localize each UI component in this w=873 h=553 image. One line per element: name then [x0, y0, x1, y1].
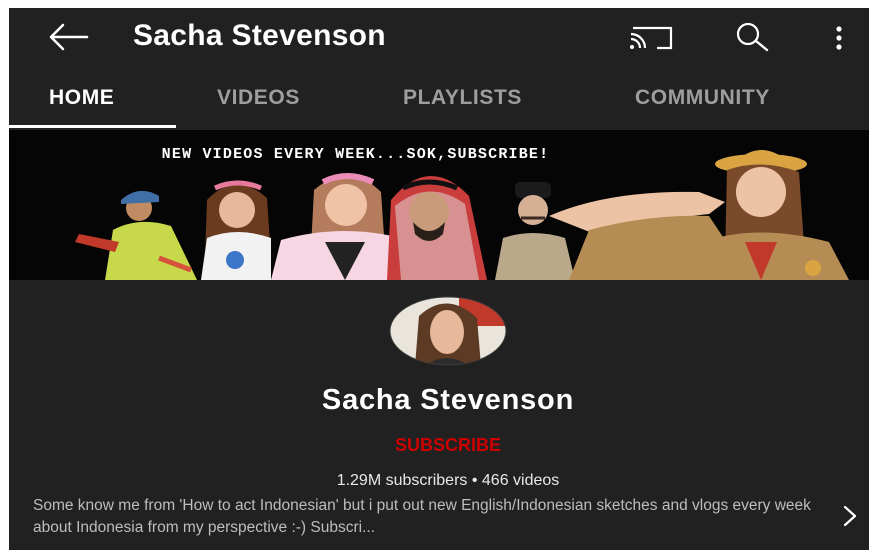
banner-tagline: NEW VIDEOS EVERY WEEK...SOK,SUBSCRIBE!	[161, 146, 550, 163]
tab-playlists[interactable]: PLAYLISTS	[403, 86, 522, 110]
tab-home[interactable]: HOME	[49, 86, 114, 110]
cast-icon[interactable]	[627, 22, 675, 52]
subscribe-button[interactable]: SUBSCRIBE	[9, 435, 869, 456]
channel-tabs: HOME VIDEOS PLAYLISTS COMMUNITY	[9, 70, 869, 128]
channel-banner: NEW VIDEOS EVERY WEEK...SOK,SUBSCRIBE!	[9, 130, 869, 280]
channel-name: Sacha Stevenson	[321, 384, 575, 416]
channel-screen: Sacha Stevenson HOME VIDEOS PLAYLISTS CO…	[9, 8, 869, 550]
back-arrow-icon[interactable]	[47, 22, 89, 52]
chevron-right-icon[interactable]	[841, 504, 859, 528]
tab-videos[interactable]: VIDEOS	[217, 86, 300, 110]
more-vert-icon[interactable]	[827, 20, 851, 54]
channel-stats: 1.29M subscribers • 466 videos	[336, 472, 560, 489]
top-app-bar: Sacha Stevenson	[9, 8, 869, 68]
search-icon[interactable]	[731, 20, 775, 54]
active-tab-indicator	[9, 125, 176, 128]
channel-title: Sacha Stevenson	[133, 19, 386, 52]
channel-description[interactable]: Some know me from 'How to act Indonesian…	[33, 495, 833, 539]
channel-avatar[interactable]	[389, 296, 507, 366]
tab-community[interactable]: COMMUNITY	[635, 86, 770, 110]
